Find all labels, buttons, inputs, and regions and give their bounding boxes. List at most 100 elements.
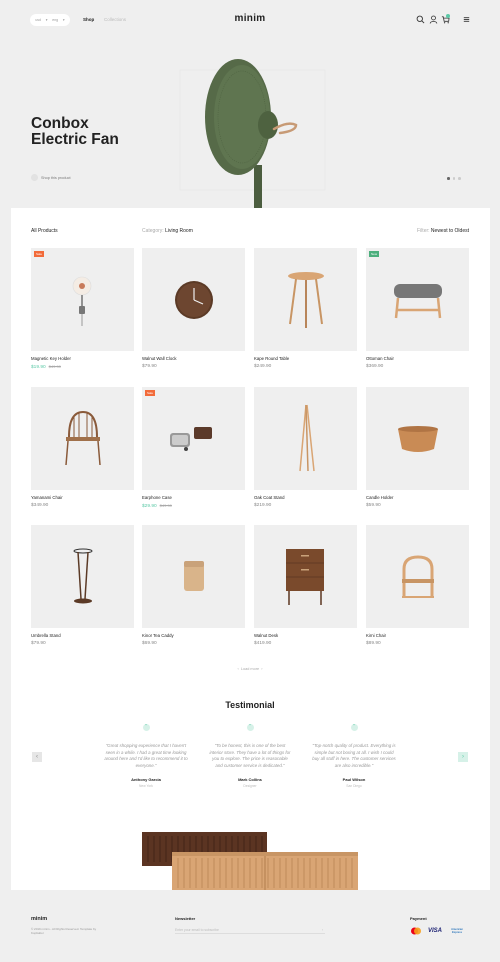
product-card[interactable]: Walnut Desk $419.90 [254,525,357,646]
testimonial-prev-button[interactable]: ‹ [32,752,42,762]
product-card[interactable]: Yamanami Chair $349.90 [31,387,134,508]
tea-caddy-image [184,561,204,591]
category-label: Category: [142,228,164,234]
product-name[interactable]: Oak Coat Stand [254,495,357,500]
product-name[interactable]: Kirni Chair [366,633,469,638]
user-icon[interactable] [429,15,438,24]
footer-copyright: © 2019 minim - All Rights Reserved. Temp… [31,927,97,935]
product-price: $19.90 $49.90 [31,364,134,370]
hero-title: Conbox Electric Fan [31,115,119,148]
sort-select[interactable]: Filter: Newest to Oldest [417,228,469,234]
product-name[interactable]: Walnut Wall Clock [142,356,245,361]
send-icon[interactable]: › [322,928,323,932]
cart-badge [446,14,450,18]
testimonial-role: New York [139,784,153,788]
product-image[interactable] [142,525,245,628]
product-price: $249.90 [254,363,272,369]
category-select[interactable]: Category: Living Room [142,228,193,234]
product-card[interactable]: Sale Earphone Case $29.90 $49.90 [142,387,245,509]
testimonial-author: Paul Wilson [342,777,366,782]
fan-image [179,59,326,210]
product-card[interactable]: New Ottoman Chair $369.90 [366,248,469,369]
product-image[interactable] [254,248,357,351]
filter-label: Filter: [417,228,430,234]
sale-badge: Sale [145,390,156,396]
mastercard-icon [411,927,421,935]
testimonial-title: Testimonial [225,700,275,710]
testimonial-item: “ "Top-notch quality of product. Everyth… [312,724,396,788]
quote-icon: “ [350,724,358,731]
product-name[interactable]: Walnut Desk [254,633,357,638]
product-card[interactable]: Umbrella Stand $79.90 [31,525,134,646]
product-image[interactable] [254,387,357,490]
product-name[interactable]: Yamanami Chair [31,495,134,500]
coat-stand-image [299,404,315,472]
slider-dot[interactable] [458,177,461,180]
product-image[interactable] [254,525,357,628]
product-image[interactable] [366,525,469,628]
product-name[interactable]: Ottoman Chair [366,356,469,361]
newsletter-placeholder: Enter your email to subscribe [175,928,219,932]
testimonial-text: "Great shopping experience that I haven'… [104,743,188,768]
walnut-desk-image [286,549,324,605]
product-image[interactable]: Sale [31,248,134,351]
old-price: $49.90 [48,363,61,369]
shop-link-label: Shop this product [41,175,71,180]
product-price: $369.90 [366,363,384,369]
footer-logo[interactable]: minim [31,916,47,922]
menu-icon[interactable] [462,15,471,24]
product-card[interactable]: Kinor Tea Caddy $69.90 [142,525,245,646]
key-holder-image [72,276,92,326]
testimonial-author: Mark Collins [238,777,262,782]
product-price: $29.90 $49.90 [142,503,245,509]
all-products-tab[interactable]: All Products [31,228,58,234]
product-name[interactable]: Umbrella Stand [31,633,134,638]
product-image[interactable] [142,248,245,351]
product-price: $219.90 [254,502,272,508]
product-card[interactable]: Candle Holder $59.90 [366,387,469,508]
product-name[interactable]: Candle Holder [366,495,469,500]
product-image[interactable] [31,387,134,490]
product-card[interactable]: Sale Magnetic Key Holder $19.90 $49.90 [31,248,134,370]
product-name[interactable]: Earphone Case [142,495,245,500]
slider-dot[interactable] [452,177,455,180]
product-name[interactable]: Kinor Tea Caddy [142,633,245,638]
earphone-case-image [170,427,212,451]
product-image[interactable]: Sale [142,387,245,490]
arrow-circle-icon [31,174,38,181]
testimonial-role: Designer [243,784,257,788]
testimonial-author: Anthony Garcia [131,777,161,782]
product-card[interactable]: Walnut Wall Clock $79.90 [142,248,245,369]
round-table-image [288,272,324,328]
quote-icon: “ [246,724,254,731]
candle-holder-image [398,426,438,452]
product-card[interactable]: Kape Round Table $249.90 [254,248,357,369]
product-price: $349.90 [31,502,49,508]
product-name[interactable]: Magnetic Key Holder [31,356,134,361]
testimonial-next-button[interactable]: › [458,752,468,762]
testimonial-item: “ "Great shopping experience that I have… [104,724,188,788]
sideboard-image [142,832,358,890]
product-image[interactable] [31,525,134,628]
wooden-chair-image [65,410,101,466]
product-card[interactable]: Oak Coat Stand $219.90 [254,387,357,508]
load-more[interactable]: ‹ Load more › [0,667,500,671]
shop-this-product-link[interactable]: Shop this product [31,174,71,181]
product-name[interactable]: Kape Round Table [254,356,357,361]
product-price: $59.90 [366,502,381,508]
product-price: $89.90 [366,640,381,646]
product-price: $419.90 [254,640,272,646]
ottoman-chair-image [394,284,442,319]
product-image[interactable]: New [366,248,469,351]
newsletter-email-input[interactable]: Enter your email to subscribe › [175,928,325,934]
product-card[interactable]: Kirni Chair $89.90 [366,525,469,646]
wall-clock-image [175,281,213,319]
product-image[interactable] [366,387,469,490]
search-icon[interactable] [416,15,425,24]
product-price: $79.90 [31,640,46,646]
visa-icon: VISA [428,928,443,934]
load-more-label: Load more [240,667,260,671]
slider-dot[interactable] [447,177,450,180]
site-logo[interactable]: minim [0,13,500,24]
new-badge: New [369,251,380,257]
